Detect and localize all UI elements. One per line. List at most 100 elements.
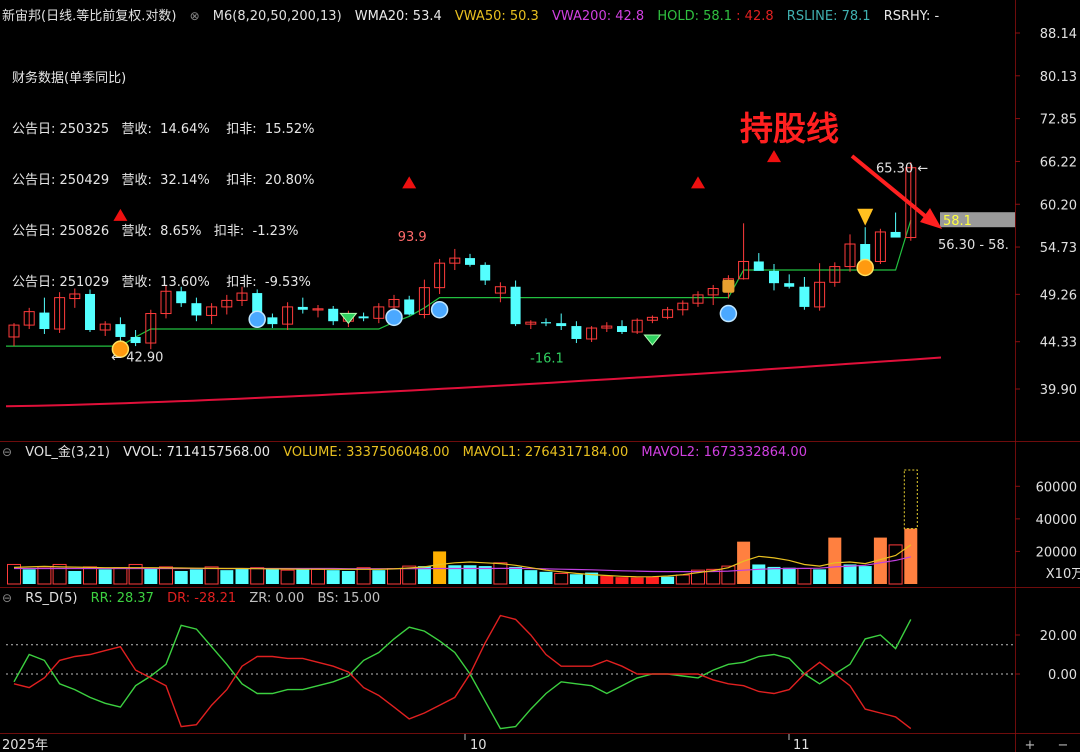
volume-indicator-name: VOL_金(3,21): [25, 445, 110, 460]
volume-bar: [433, 551, 447, 584]
volume-bar: [509, 566, 523, 584]
price-tick-label: 44.33: [1040, 336, 1077, 351]
volume-bar: [159, 566, 173, 585]
hold-value: HOLD: 58.1: [657, 9, 733, 24]
candle-body-down: [267, 317, 278, 325]
settings-icon[interactable]: ⊗: [190, 9, 200, 23]
candle-body-down: [465, 258, 475, 265]
indicator-label: M6(8,20,50,200,13): [212, 9, 342, 24]
volume-bar: [387, 568, 401, 585]
bs-value: BS: 15.00: [317, 591, 381, 606]
candle-body-down: [358, 316, 369, 319]
last-price-label: 56.30 - 58.: [938, 238, 1009, 253]
volume-bar: [813, 569, 827, 584]
candle-body-down: [404, 299, 415, 315]
signal-triangle-icon: [402, 176, 417, 189]
volume-bar: [493, 562, 508, 585]
financial-row: 公告日: 250325 营收: 14.64% 扣非: 15.52%: [12, 122, 315, 137]
volume-bar: [235, 568, 249, 584]
volume-bar: [113, 567, 128, 585]
zoom-out-icon: −: [1058, 738, 1069, 752]
volume-bar: [372, 570, 386, 584]
rs-tick-label: 0.00: [1048, 668, 1077, 683]
volume-unit-label: X10万: [1046, 567, 1080, 582]
price-tick-label: 60.20: [1040, 198, 1077, 213]
volume-bar: [174, 570, 188, 584]
volume-tick-label: 20000: [1036, 545, 1077, 560]
financial-row: 公告日: 250429 营收: 32.14% 扣非: 20.80%: [12, 173, 315, 188]
vwa200-value: VWA200: 42.8: [551, 9, 645, 24]
volume-bar: [98, 569, 112, 584]
candle-body-down: [541, 322, 551, 324]
volume-panel-header: ⊖ VOL_金(3,21) VVOL: 7114157568.00 VOLUME…: [2, 442, 816, 462]
volume-bar: [265, 568, 279, 584]
tag-icon: [722, 279, 735, 293]
volume-bar: [341, 570, 355, 584]
volume-value: VOLUME: 3337506048.00: [283, 445, 450, 460]
candle-body-down: [753, 261, 764, 271]
axis-divider: [1015, 0, 1016, 752]
candle-body-down: [890, 231, 901, 238]
volume-bar: [524, 570, 538, 584]
mavol1-value: MAVOL1: 2764317184.00: [462, 445, 629, 460]
volume-bar: [296, 569, 310, 584]
candle-body-down: [510, 286, 521, 325]
rs-indicator-name: RS_D(5): [25, 591, 78, 606]
financial-data-box: 财务数据(单季同比) 公告日: 250325 营收: 14.64% 扣非: 15…: [12, 36, 315, 308]
financial-row: 公告日: 251029 营收: 13.60% 扣非: -9.53%: [12, 275, 311, 290]
volume-bar: [189, 569, 203, 584]
blue-ball-icon: [719, 304, 738, 323]
collapse-icon[interactable]: ⊖: [2, 591, 12, 605]
volume-bar: [250, 567, 265, 585]
volume-bar: [600, 575, 614, 584]
volume-bar: [675, 574, 690, 585]
candle-body-down: [39, 312, 50, 330]
financial-row: 公告日: 250826 营收: 8.65% 扣非: -1.23%: [12, 224, 299, 239]
volume-bar: [630, 577, 644, 584]
x-axis-label: 2025年: [2, 738, 48, 752]
x-axis-label: 11: [793, 738, 810, 752]
blue-ball-icon: [385, 308, 403, 327]
price-tick-label: 66.22: [1040, 155, 1077, 170]
price-tick-label: 39.90: [1040, 383, 1077, 398]
high-price-label: 65.30 ←: [876, 162, 928, 177]
volume-bar: [144, 568, 158, 584]
blue-ball-icon: [248, 310, 266, 329]
volume-bar: [37, 566, 52, 585]
zr-value: ZR: 0.00: [249, 591, 305, 606]
volume-bar: [797, 568, 812, 585]
volume-bar: [22, 569, 36, 584]
collapse-icon[interactable]: ⊖: [2, 445, 12, 459]
hold-line-annotation: 持股线: [740, 109, 839, 148]
hold-value-tag-text: 58.1: [943, 214, 972, 229]
x-axis-label: 10: [470, 738, 487, 752]
volume-bar: [569, 574, 583, 584]
zoom-in-icon: +: [1025, 738, 1036, 752]
rs-panel-header: ⊖ RS_D(5) RR: 28.37 DR: -28.21 ZR: 0.00 …: [2, 588, 389, 608]
volume-bar: [280, 569, 295, 585]
volume-bar: [858, 566, 872, 584]
volume-bar: [828, 537, 842, 584]
volume-bar: [356, 567, 371, 585]
volume-bar: [615, 577, 629, 584]
percent-change-label: 93.9: [398, 230, 427, 245]
volume-projection-bar: [903, 469, 918, 530]
price-panel-header: 新宙邦(日线.等比前复权.对数) ⊗ M6(8,20,50,200,13) WM…: [2, 6, 948, 26]
symbol-title: 新宙邦(日线.等比前复权.对数): [2, 9, 177, 24]
rr-value: RR: 28.37: [90, 591, 154, 606]
volume-bar: [326, 570, 340, 584]
volume-bar: [539, 571, 553, 584]
vvol-value: VVOL: 7114157568.00: [123, 445, 271, 460]
butterfly-icon: [857, 208, 874, 226]
candle-body-down: [799, 286, 810, 307]
volume-bar: [888, 544, 903, 585]
candle-body-down: [784, 283, 795, 287]
vwa50-value: VWA50: 50.3: [454, 9, 539, 24]
wma20-value: WMA20: 53.4: [354, 9, 442, 24]
volume-bar: [220, 570, 234, 584]
volume-bar: [661, 576, 675, 584]
candle-body-down: [328, 308, 339, 322]
green-gem-icon: [339, 312, 358, 325]
price-tick-label: 49.26: [1040, 288, 1077, 303]
volume-bar: [83, 566, 97, 585]
